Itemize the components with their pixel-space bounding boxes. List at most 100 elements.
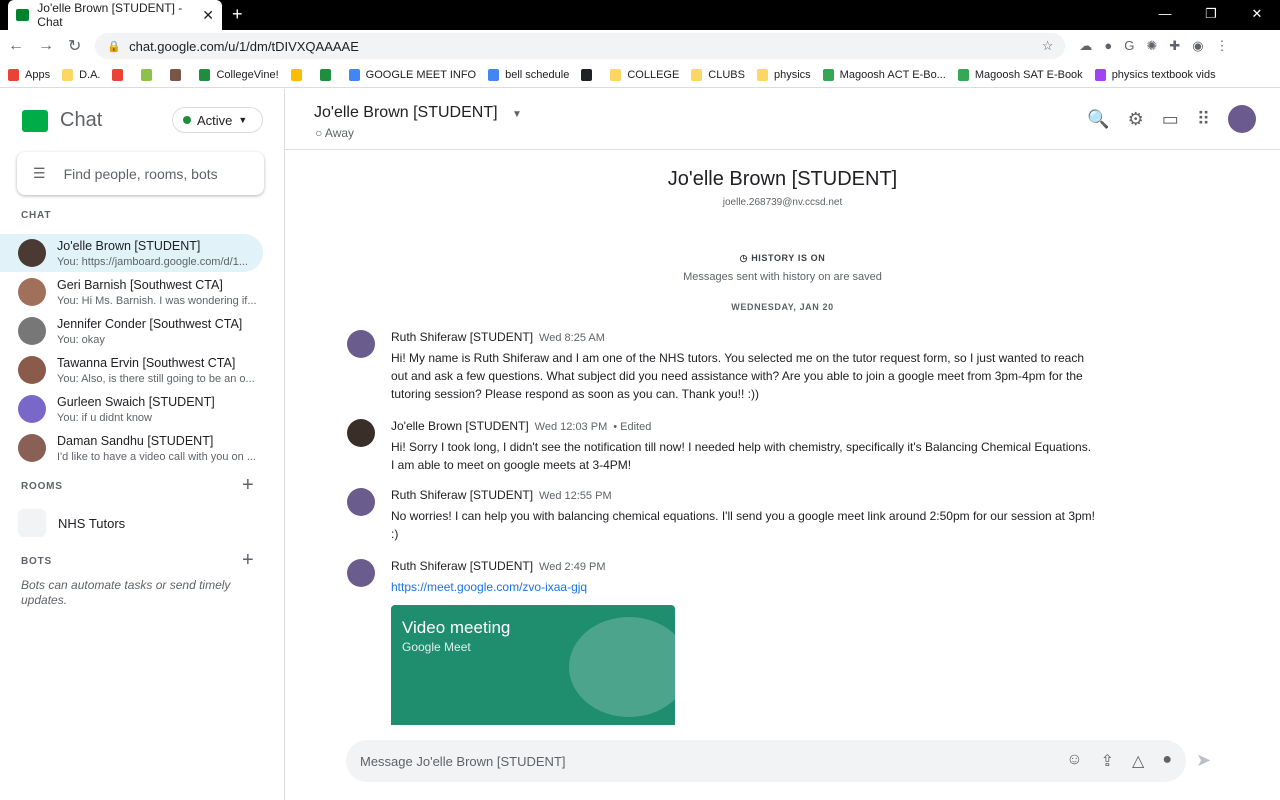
bookmark-icon <box>170 68 182 81</box>
tab-title: Jo'elle Brown [STUDENT] - Chat <box>37 1 183 29</box>
timestamp: Wed 12:55 PM <box>539 490 612 502</box>
status-dropdown[interactable]: Active ▼ <box>172 107 263 133</box>
url-input[interactable]: 🔒 chat.google.com/u/1/dm/tDIVXQAAAAE ☆ <box>95 33 1066 59</box>
bookmark-star-icon[interactable]: ☆ <box>1042 38 1054 54</box>
extension-icon[interactable]: ✺ <box>1146 38 1157 54</box>
tab-strip: Jo'elle Brown [STUDENT] - Chat ✕ + — ❐ ✕ <box>0 0 1280 30</box>
bookmark-item[interactable]: GOOGLE MEET INFO <box>348 68 476 81</box>
bookmark-icon <box>610 68 622 81</box>
bookmark-item[interactable] <box>170 68 187 81</box>
restore-button[interactable]: ❐ <box>1188 0 1234 28</box>
search-icon[interactable]: 🔍 <box>1087 109 1109 130</box>
sender-name: Ruth Shiferaw [STUDENT] <box>391 559 534 573</box>
search-placeholder: Find people, rooms, bots <box>63 165 218 182</box>
bookmark-icon <box>1094 68 1106 81</box>
bookmark-item[interactable]: D.A. <box>62 68 100 81</box>
search-input[interactable]: ☰ Find people, rooms, bots <box>17 152 264 195</box>
bookmark-item[interactable]: Magoosh SAT E-Book <box>957 68 1083 81</box>
dm-name: Tawanna Ervin [Southwest CTA] <box>57 355 236 370</box>
extension-icon[interactable]: ● <box>1104 38 1112 54</box>
menu-icon[interactable]: ⋮ <box>1216 38 1229 54</box>
lock-icon: 🔒 <box>107 40 122 53</box>
forward-icon[interactable]: → <box>38 37 54 55</box>
dm-name: Geri Barnish [Southwest CTA] <box>57 277 223 292</box>
extension-icon[interactable]: ☁ <box>1079 38 1092 54</box>
chevron-down-icon: ▼ <box>512 109 522 120</box>
bookmark-label: CLUBS <box>708 68 745 81</box>
bookmark-item[interactable] <box>581 68 598 81</box>
dm-item[interactable]: Tawanna Ervin [Southwest CTA] You: Also, … <box>0 351 263 389</box>
bots-hint: Bots can automate tasks or send timely u… <box>21 578 231 607</box>
bookmark-label: COLLEGE <box>627 68 680 81</box>
bookmark-item[interactable] <box>290 68 308 81</box>
status-label: Active <box>197 112 233 128</box>
timestamp: Wed 12:03 PM <box>534 421 608 433</box>
avatar <box>347 419 375 447</box>
bookmark-item[interactable]: bell schedule <box>488 68 569 81</box>
reload-icon[interactable]: ↻ <box>68 36 81 56</box>
timestamp: Wed 2:49 PM <box>539 561 606 573</box>
bookmark-icon <box>348 68 360 81</box>
bookmark-item[interactable] <box>141 68 158 81</box>
edited-label: • Edited <box>613 421 652 433</box>
card-title: Video meeting <box>402 618 511 637</box>
bookmark-label: physics textbook vids <box>1111 68 1216 81</box>
message-input[interactable]: Message Jo'elle Brown [STUDENT] ☺ ⇪ △ ● <box>346 740 1186 782</box>
avatar <box>18 278 46 306</box>
add-bot-button[interactable]: + <box>242 549 254 572</box>
bookmark-item[interactable] <box>319 68 337 81</box>
video-meeting-card[interactable]: Video meeting Google Meet <box>391 605 675 725</box>
avatar <box>18 317 46 345</box>
meet-link[interactable]: https://meet.google.com/zvo-ixaa-gjq <box>391 580 587 594</box>
dm-name: Jo'elle Brown [STUDENT] <box>57 238 201 253</box>
dm-item[interactable]: Gurleen Swaich [STUDENT] You: if u didnt … <box>0 390 263 428</box>
conversation-title[interactable]: Jo'elle Brown [STUDENT] ▼ <box>314 104 522 122</box>
gear-icon[interactable]: ⚙ <box>1128 109 1144 130</box>
conversation-pane: Jo'elle Brown [STUDENT] ▼ ○ Away 🔍 ⚙ ▭ ⠿ Jo… <box>285 89 1280 800</box>
close-tab-icon[interactable]: ✕ <box>202 7 214 24</box>
dm-item[interactable]: Daman Sandhu [STUDENT] I'd like to have a… <box>0 429 263 467</box>
close-window-button[interactable]: ✕ <box>1234 0 1280 28</box>
avatar <box>18 434 46 462</box>
upload-icon[interactable]: ⇪ <box>1101 751 1114 771</box>
bookmark-label: Magoosh ACT E-Bo... <box>839 68 946 81</box>
bookmark-item[interactable]: physics <box>756 68 811 81</box>
dm-item[interactable]: Jennifer Conder [Southwest CTA] You: okay <box>0 312 263 350</box>
contact-email: joelle.268739@nv.ccsd.net <box>722 197 843 208</box>
new-tab-button[interactable]: + <box>232 4 243 25</box>
emoji-icon[interactable]: ☺ <box>1066 751 1082 771</box>
bookmark-icon <box>199 68 211 81</box>
room-item-nhs-tutors[interactable]: NHS Tutors <box>18 509 125 537</box>
dm-preview: You: if u didnt know <box>57 411 152 424</box>
send-button[interactable]: ➤ <box>1196 750 1211 771</box>
bookmark-label: Magoosh SAT E-Book <box>974 68 1083 81</box>
sender-name: Ruth Shiferaw [STUDENT] <box>391 488 534 502</box>
extensions-puzzle-icon[interactable]: ✚ <box>1169 38 1180 54</box>
back-icon[interactable]: ← <box>8 37 24 55</box>
add-room-button[interactable]: + <box>242 474 254 497</box>
minimize-button[interactable]: — <box>1142 0 1188 28</box>
video-camera-icon <box>569 617 675 717</box>
meet-icon[interactable]: ● <box>1162 751 1172 771</box>
dm-item[interactable]: Jo'elle Brown [STUDENT] You: https://jamb… <box>0 234 263 272</box>
bookmark-item[interactable]: COLLEGE <box>610 68 680 81</box>
bookmark-item[interactable]: physics textbook vids <box>1094 68 1216 81</box>
bookmark-item[interactable]: Magoosh ACT E-Bo... <box>822 68 946 81</box>
feedback-icon[interactable]: ▭ <box>1162 109 1179 130</box>
avatar[interactable] <box>1228 105 1256 133</box>
bookmark-item[interactable]: Apps <box>8 68 50 81</box>
extension-icon[interactable]: G <box>1124 38 1134 54</box>
profile-avatar[interactable]: ◉ <box>1192 38 1203 54</box>
bookmark-label: physics <box>773 68 811 81</box>
dm-preview: You: okay <box>57 333 105 346</box>
bookmark-item[interactable]: CLUBS <box>691 68 745 81</box>
title-text: Jo'elle Brown [STUDENT] <box>314 104 498 121</box>
bookmark-item[interactable] <box>112 68 129 81</box>
browser-tab[interactable]: Jo'elle Brown [STUDENT] - Chat ✕ <box>8 0 222 30</box>
presence-text: Away <box>324 126 355 140</box>
conversation-header: Jo'elle Brown [STUDENT] ▼ ○ Away 🔍 ⚙ ▭ ⠿ <box>285 89 1280 150</box>
dm-item[interactable]: Geri Barnish [Southwest CTA] You: Hi Ms. … <box>0 273 263 311</box>
bookmark-item[interactable]: CollegeVine! <box>199 68 279 81</box>
apps-grid-icon[interactable]: ⠿ <box>1197 109 1210 130</box>
drive-icon[interactable]: △ <box>1132 751 1144 771</box>
